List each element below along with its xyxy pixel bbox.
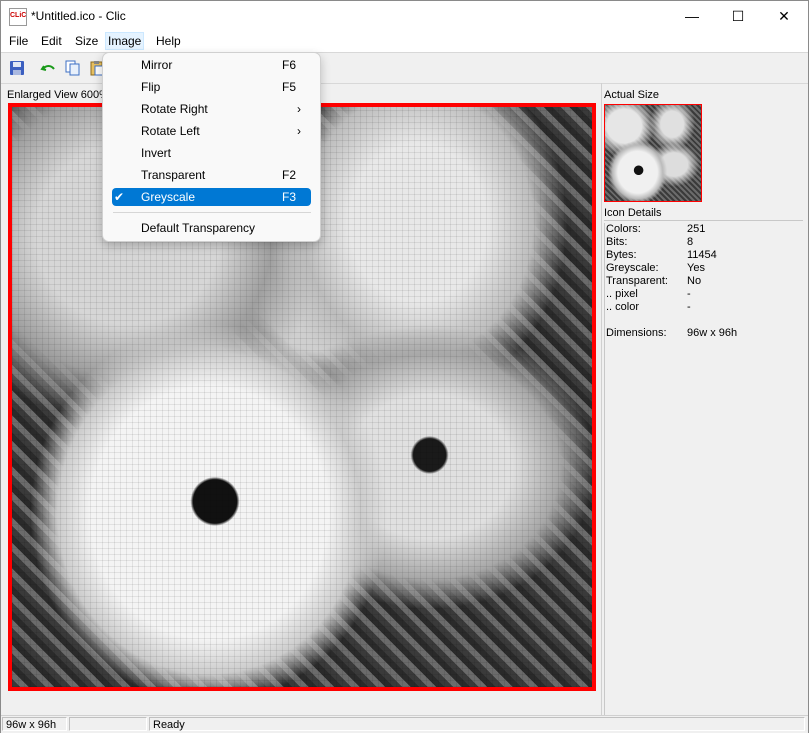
menu-item-label: Rotate Right [141, 102, 208, 116]
window-title: *Untitled.ico - Clic [31, 9, 126, 23]
panel-divider[interactable] [601, 83, 602, 715]
detail-key: .. pixel [606, 288, 638, 300]
menu-item-label: Invert [141, 146, 172, 160]
app-icon[interactable]: CLiC [9, 8, 27, 26]
detail-key: Bits: [606, 236, 628, 248]
menu-item-greyscale[interactable]: ✔ Greyscale F3 [112, 188, 311, 206]
status-middle [69, 717, 147, 731]
detail-value: 11454 [687, 249, 717, 261]
menu-item-shortcut: F2 [281, 168, 296, 182]
detail-row-transparent: Transparent: No [606, 275, 802, 288]
copy-icon[interactable] [65, 60, 81, 76]
undo-icon[interactable] [40, 60, 56, 76]
detail-row-pixel: .. pixel - [606, 288, 802, 301]
menu-item-transparent[interactable]: Transparent F2 [112, 166, 311, 184]
menu-item-label: Rotate Left [141, 124, 200, 138]
detail-value: 251 [687, 223, 706, 235]
menu-item-label: Greyscale [141, 190, 196, 204]
detail-key: Transparent: [606, 275, 668, 287]
menu-item-flip[interactable]: Flip F5 [112, 78, 311, 96]
menu-separator [113, 212, 311, 213]
minimize-button[interactable]: — [669, 1, 715, 31]
menu-help[interactable]: Help [153, 34, 184, 48]
detail-row-color: .. color - [606, 301, 802, 314]
detail-row-bytes: Bytes: 11454 [606, 249, 802, 262]
save-icon[interactable] [9, 60, 25, 76]
menu-item-rotate-left[interactable]: Rotate Left › [112, 122, 311, 140]
actual-size-label: Actual Size [604, 89, 660, 101]
menu-image[interactable]: Image [105, 32, 145, 50]
enlarged-view-label: Enlarged View 600% [7, 89, 109, 101]
menu-edit[interactable]: Edit [38, 34, 65, 48]
status-dimensions: 96w x 96h [2, 717, 67, 731]
submenu-arrow-icon: › [297, 102, 301, 116]
detail-row-greyscale: Greyscale: Yes [606, 262, 802, 275]
maximize-button[interactable]: ☐ [715, 1, 761, 31]
image-menu-dropdown: Mirror F6 Flip F5 Rotate Right › Rotate … [102, 52, 321, 242]
detail-key: Greyscale: [606, 262, 659, 274]
detail-row-bits: Bits: 8 [606, 236, 802, 249]
menu-item-default-transparency[interactable]: Default Transparency [112, 219, 311, 237]
detail-key: Bytes: [606, 249, 637, 261]
detail-value: 96w x 96h [687, 327, 738, 339]
detail-value: Yes [687, 262, 705, 274]
menu-item-rotate-right[interactable]: Rotate Right › [112, 100, 311, 118]
menu-item-label: Mirror [141, 58, 173, 72]
menu-item-invert[interactable]: Invert [112, 144, 311, 162]
checkmark-icon: ✔ [114, 190, 125, 204]
detail-row-dimensions: Dimensions: 96w x 96h [606, 327, 802, 340]
menu-file[interactable]: File [6, 34, 31, 48]
menu-item-label: Default Transparency [141, 221, 256, 235]
detail-key: Colors: [606, 223, 641, 235]
detail-row-colors: Colors: 251 [606, 223, 802, 236]
icon-details-header: Icon Details [604, 207, 803, 221]
menu-item-label: Flip [141, 80, 161, 94]
menu-item-shortcut: F3 [281, 190, 296, 204]
menu-item-mirror[interactable]: Mirror F6 [112, 56, 311, 74]
detail-value: - [687, 301, 691, 313]
menu-item-shortcut: F6 [281, 58, 296, 72]
icon-details-list: Colors: 251 Bits: 8 Bytes: 11454 Greysca… [604, 223, 804, 715]
title-bar[interactable]: CLiC *Untitled.ico - Clic — ☐ ✕ [1, 1, 808, 31]
menu-size[interactable]: Size [72, 34, 101, 48]
close-button[interactable]: ✕ [761, 1, 807, 31]
detail-value: 8 [687, 236, 694, 248]
detail-key: Dimensions: [606, 327, 667, 339]
submenu-arrow-icon: › [297, 124, 301, 138]
detail-key: .. color [606, 301, 640, 313]
menu-bar: File Edit Size Image Help [1, 31, 808, 53]
actual-size-preview [604, 104, 702, 202]
status-bar: 96w x 96h Ready [1, 715, 808, 733]
detail-value: No [687, 275, 702, 287]
menu-item-label: Transparent [141, 168, 206, 182]
detail-value: - [687, 288, 691, 300]
menu-item-shortcut: F5 [281, 80, 296, 94]
app-window: CLiC *Untitled.ico - Clic — ☐ ✕ File Edi… [0, 0, 809, 733]
icon-image-actual [605, 105, 701, 201]
status-text: Ready [149, 717, 805, 731]
